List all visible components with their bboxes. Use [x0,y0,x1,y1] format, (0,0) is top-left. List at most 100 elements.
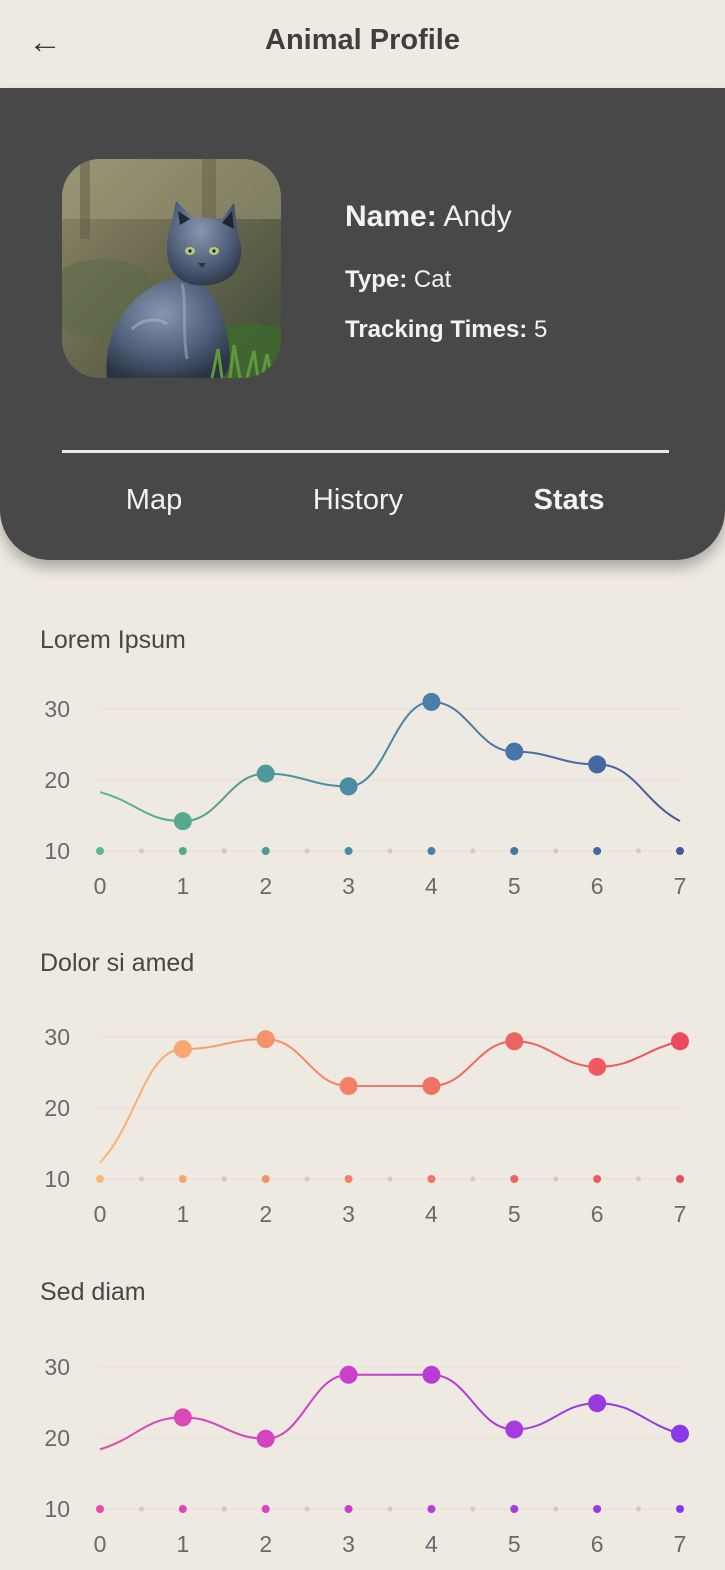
tab-history[interactable]: History [313,484,403,517]
animal-name-row: Name: Andy [345,200,512,234]
x-tick-label: 0 [94,873,107,899]
x-tick-label: 5 [508,873,521,899]
baseline-minor-marker [304,848,310,854]
baseline-marker [178,847,187,855]
baseline-minor-marker [387,1176,393,1182]
baseline-marker [510,1505,519,1513]
data-point[interactable] [422,1076,441,1095]
series-line [99,1038,681,1164]
x-tick-label: 7 [674,873,687,899]
page-title: Animal Profile [265,24,460,56]
baseline-minor-marker [138,1506,144,1512]
data-point[interactable] [256,764,275,783]
data-point[interactable] [588,1394,607,1413]
x-tick-label: 4 [425,1531,438,1557]
data-point[interactable] [339,1076,358,1095]
y-tick-label: 10 [44,838,70,864]
baseline-minor-marker [553,1506,559,1512]
baseline-marker [261,847,270,855]
baseline-minor-marker [387,1506,393,1512]
cat-photo-illustration [62,159,281,378]
x-tick-label: 2 [259,1531,272,1557]
baseline-marker [427,1175,436,1183]
tracking-label: Tracking Times: [345,316,528,343]
baseline-marker [427,1505,436,1513]
data-point[interactable] [422,692,441,711]
profile-card: Name: Andy Type: Cat Tracking Times: 5 M… [0,88,725,560]
data-point[interactable] [339,777,358,796]
baseline-marker [344,847,353,855]
line-chart-dolor-si-amed: 10 20 30 0 1 2 3 4 5 6 7 [44,1024,689,1227]
data-point[interactable] [339,1365,358,1384]
data-point[interactable] [671,1032,689,1051]
chart-title-sed-diam: Sed diam [40,1278,146,1306]
x-tick-label: 5 [508,1531,521,1557]
y-tick-label: 20 [44,1425,70,1451]
baseline-marker [96,1505,104,1513]
data-point[interactable] [173,1408,192,1427]
data-point[interactable] [256,1030,275,1049]
y-tick-label: 20 [44,767,70,793]
y-tick-label: 30 [44,1354,70,1380]
line-chart-lorem-ipsum: 10 20 30 0 1 2 3 4 5 6 7 [44,692,687,899]
animal-photo [62,159,281,378]
baseline-marker [676,847,684,855]
x-tick-label: 6 [591,1531,604,1557]
baseline-marker [593,1175,602,1183]
baseline-marker [593,1505,602,1513]
data-point[interactable] [256,1429,275,1448]
baseline-minor-marker [636,848,642,854]
data-point[interactable] [505,1032,524,1051]
baseline-marker [261,1505,270,1513]
x-tick-label: 0 [94,1201,107,1227]
y-tick-label: 10 [44,1166,70,1192]
baseline-marker [593,847,602,855]
tab-stats[interactable]: Stats [534,484,605,517]
x-tick-label: 6 [591,1201,604,1227]
x-tick-label: 6 [591,873,604,899]
baseline-marker [261,1175,270,1183]
baseline-minor-marker [221,1176,227,1182]
baseline-minor-marker [387,848,393,854]
x-tick-label: 4 [425,1201,438,1227]
x-tick-label: 1 [176,1531,189,1557]
baseline-minor-marker [221,848,227,854]
baseline-marker [676,1175,684,1183]
x-tick-label: 1 [176,873,189,899]
baseline-marker [510,1175,519,1183]
data-point[interactable] [505,742,524,761]
baseline-minor-marker [304,1506,310,1512]
baseline-marker [178,1175,187,1183]
baseline-marker [427,847,436,855]
x-tick-label: 3 [342,1201,355,1227]
divider [62,450,669,453]
data-point[interactable] [671,1424,689,1443]
baseline-minor-marker [221,1506,227,1512]
baseline-minor-marker [304,1176,310,1182]
data-point[interactable] [505,1420,524,1439]
chart-title-lorem-ipsum: Lorem Ipsum [40,626,186,654]
x-tick-label: 3 [342,873,355,899]
data-point[interactable] [588,1057,607,1076]
y-tick-label: 20 [44,1095,70,1121]
name-value: Andy [443,200,512,233]
tab-map[interactable]: Map [126,484,182,517]
x-tick-label: 7 [674,1531,687,1557]
type-value: Cat [413,266,452,293]
x-tick-label: 1 [176,1201,189,1227]
x-tick-label: 0 [94,1531,107,1557]
baseline-minor-marker [470,1176,476,1182]
tracking-times-row: Tracking Times: 5 [345,316,547,344]
data-point[interactable] [588,755,607,774]
data-point[interactable] [173,812,192,831]
baseline-marker [676,1505,684,1513]
x-tick-label: 5 [508,1201,521,1227]
x-tick-label: 7 [674,1201,687,1227]
type-label: Type: [345,266,408,293]
baseline-minor-marker [636,1176,642,1182]
data-point[interactable] [422,1365,441,1384]
baseline-minor-marker [553,1176,559,1182]
x-tick-label: 2 [259,1201,272,1227]
animal-type-row: Type: Cat [345,266,451,294]
data-point[interactable] [173,1040,192,1059]
